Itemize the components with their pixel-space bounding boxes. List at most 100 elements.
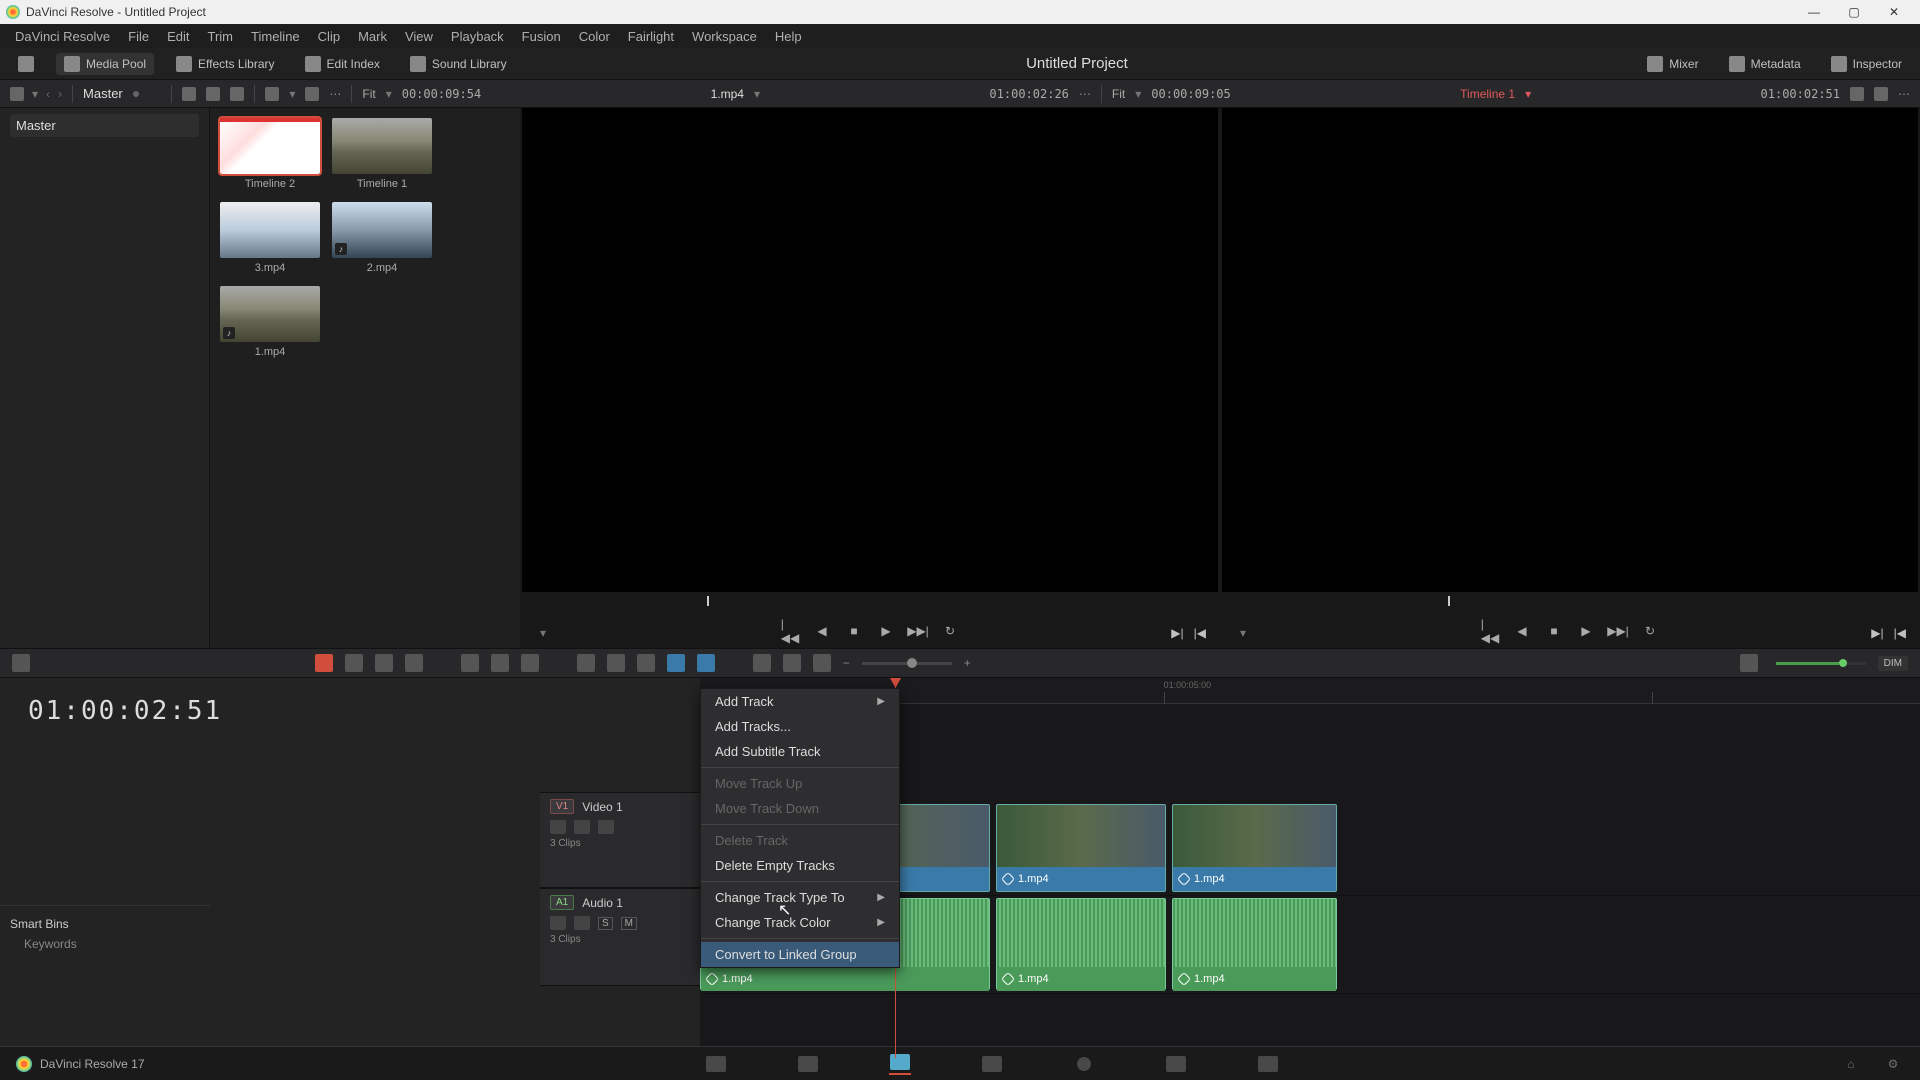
menu-trim[interactable]: Trim [199,29,243,44]
close-button[interactable]: ✕ [1874,0,1914,24]
audio-clip[interactable]: 1.mp4 [996,898,1166,990]
insert-clip[interactable] [461,654,479,672]
sync-icon[interactable] [1850,87,1864,101]
selection-tool[interactable] [315,654,333,672]
audio-clip[interactable]: 1.mp4 [1172,898,1337,990]
media-thumb[interactable]: Timeline 1 [332,118,432,190]
tl-loop[interactable]: ↻ [1641,622,1659,640]
maximize-button[interactable]: ▢ [1834,0,1874,24]
blade-tool[interactable] [405,654,423,672]
media-page[interactable] [705,1053,727,1075]
grid-view-icon[interactable] [206,87,220,101]
tl-stop[interactable]: ■ [1545,622,1563,640]
video-track-tag[interactable]: V1 [550,799,574,814]
context-menu-item[interactable]: Convert to Linked Group [701,942,899,967]
source-zoom[interactable]: Fit [362,87,375,101]
tl-mark-out[interactable]: |◀ [1894,626,1906,640]
zoom-full[interactable] [753,654,771,672]
minimize-button[interactable]: — [1794,0,1834,24]
menu-edit[interactable]: Edit [158,29,198,44]
audio-track-header[interactable]: A1 Audio 1 S M 3 Clips [540,888,700,986]
sort-icon[interactable] [305,87,319,101]
zoom-custom[interactable] [813,654,831,672]
timeline-screen[interactable] [1222,108,1918,592]
single-viewer-icon[interactable] [1874,87,1888,101]
menu-fairlight[interactable]: Fairlight [619,29,683,44]
lock-toggle[interactable] [637,654,655,672]
cut-page[interactable] [797,1053,819,1075]
menu-file[interactable]: File [119,29,158,44]
search-icon[interactable] [265,87,279,101]
list-view-icon[interactable] [230,87,244,101]
tl-prev-frame[interactable]: ◀ [1513,622,1531,640]
context-menu-item[interactable]: Add Track▶ [701,689,899,714]
tl-first-frame[interactable]: |◀◀ [1481,622,1499,640]
video-clip[interactable]: 1.mp4 [1172,804,1337,892]
flag-dropdown[interactable] [667,654,685,672]
mixer-toggle[interactable]: Mixer [1639,53,1706,75]
volume-slider[interactable] [1776,662,1866,665]
timeline-scrubber[interactable] [1230,596,1910,614]
tl-mark-in[interactable]: ▶| [1871,626,1883,640]
context-menu-item[interactable]: Change Track Color▶ [701,910,899,935]
menu-help[interactable]: Help [766,29,811,44]
edit-page[interactable] [889,1053,911,1075]
media-pool-toggle[interactable]: Media Pool [56,53,154,75]
tl-last-frame[interactable]: ▶▶| [1609,622,1627,640]
media-thumb[interactable]: 3.mp4 [220,202,320,274]
source-mark-out[interactable]: |◀ [1194,626,1206,640]
timeline-zoom[interactable]: Fit [1112,87,1125,101]
context-menu-item[interactable]: Delete Empty Tracks [701,853,899,878]
video-clip[interactable]: 1.mp4 [996,804,1166,892]
home-icon[interactable]: ⌂ [1840,1053,1862,1075]
volume-icon[interactable] [1740,654,1758,672]
fairlight-page[interactable] [1165,1053,1187,1075]
zoom-detail[interactable] [783,654,801,672]
tl-play[interactable]: ▶ [1577,622,1595,640]
menu-davinci[interactable]: DaVinci Resolve [6,29,119,44]
track-lock-icon[interactable] [550,820,566,834]
smart-bin-keywords[interactable]: Keywords [10,934,200,954]
zoom-slider[interactable] [862,662,952,665]
trim-tool[interactable] [345,654,363,672]
track-enable-icon[interactable] [598,820,614,834]
source-first-frame[interactable]: |◀◀ [781,622,799,640]
dim-button[interactable]: DIM [1878,656,1908,671]
track-auto-select-icon[interactable] [574,820,590,834]
fusion-page[interactable] [981,1053,1003,1075]
smart-bins-title[interactable]: Smart Bins [10,914,200,934]
view-mode-icon[interactable] [10,87,24,101]
source-stop[interactable]: ■ [845,622,863,640]
media-thumb[interactable]: ♪2.mp4 [332,202,432,274]
effects-library-toggle[interactable]: Effects Library [168,53,282,75]
inspector-toggle[interactable]: Inspector [1823,53,1910,75]
source-scrubber[interactable] [530,596,1210,614]
audio-auto-select-icon[interactable] [574,916,590,930]
menu-mark[interactable]: Mark [349,29,396,44]
link-toggle[interactable] [607,654,625,672]
deliver-page[interactable] [1257,1053,1279,1075]
timeline-name[interactable]: Timeline 1 [1460,87,1515,101]
dynamic-trim-tool[interactable] [375,654,393,672]
bin-label[interactable]: Master [83,86,123,101]
context-menu-item[interactable]: Change Track Type To▶ [701,885,899,910]
timeline-timecode[interactable]: 01:00:02:51 [0,678,700,744]
overwrite-clip[interactable] [491,654,509,672]
context-menu-item[interactable]: Add Subtitle Track [701,739,899,764]
expand-toggle[interactable] [10,53,42,75]
timeline-view-options[interactable] [12,654,30,672]
source-screen[interactable] [522,108,1218,592]
metadata-toggle[interactable]: Metadata [1721,53,1809,75]
menu-color[interactable]: Color [570,29,619,44]
source-mark-in[interactable]: ▶| [1171,626,1183,640]
menu-workspace[interactable]: Workspace [683,29,766,44]
snap-toggle[interactable] [577,654,595,672]
settings-icon[interactable]: ⚙ [1882,1053,1904,1075]
audio-solo-button[interactable]: S [598,917,613,930]
audio-lock-icon[interactable] [550,916,566,930]
marker-dropdown[interactable] [697,654,715,672]
menu-fusion[interactable]: Fusion [513,29,570,44]
bin-master[interactable]: Master [10,114,199,137]
source-last-frame[interactable]: ▶▶| [909,622,927,640]
source-loop[interactable]: ↻ [941,622,959,640]
